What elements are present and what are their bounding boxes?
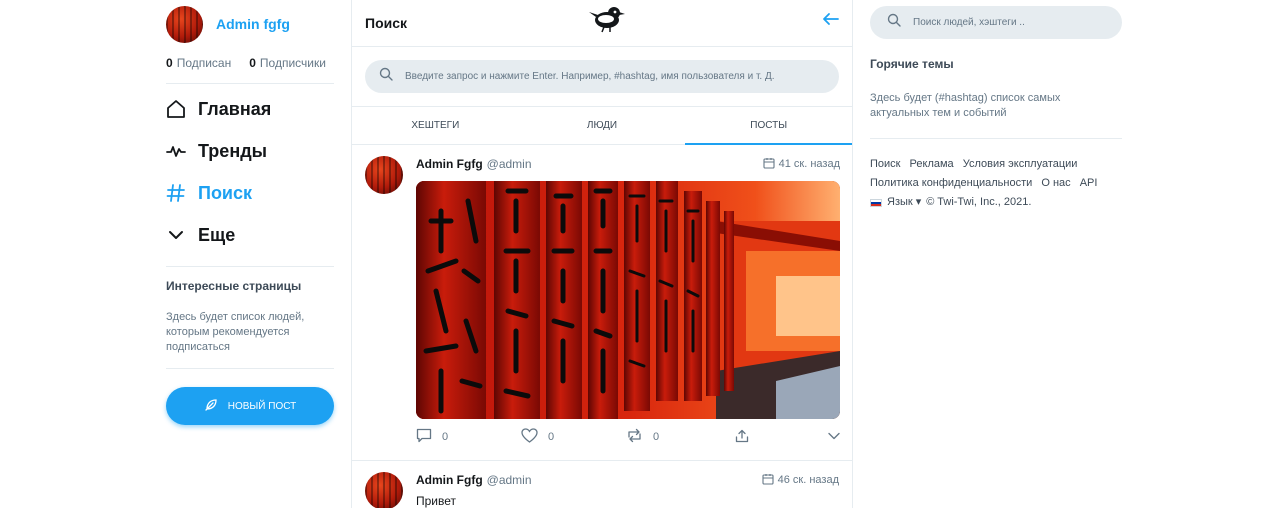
nav-item-trends[interactable]: Тренды	[166, 130, 334, 172]
post-handle[interactable]: @admin	[487, 473, 532, 487]
new-post-button[interactable]: Новый пост	[166, 387, 334, 425]
activity-icon	[166, 141, 186, 161]
bird-logo-icon[interactable]	[588, 3, 626, 35]
search-input[interactable]	[405, 71, 825, 82]
like-count: 0	[548, 431, 555, 443]
share-icon	[735, 429, 749, 446]
chevron-down-icon	[828, 431, 840, 443]
followers-stat[interactable]: 0 Подписчики	[249, 56, 326, 70]
main-nav: Главная Тренды Поиск Еще	[166, 88, 334, 256]
post-body: Admin Fgfg @admin 41 ск. назад 0 0 0	[416, 156, 840, 460]
home-icon	[166, 99, 186, 119]
tab-posts[interactable]: Посты	[685, 107, 852, 145]
nav-item-label: Поиск	[198, 182, 253, 203]
comment-count: 0	[442, 431, 449, 443]
comment-action[interactable]: 0	[416, 428, 521, 446]
copyright: © Twi-Twi, Inc., 2021.	[926, 196, 1032, 208]
post-header: Admin Fgfg @admin 46 ск. назад	[416, 472, 839, 488]
post-text: Привет	[416, 494, 457, 508]
nav-item-home[interactable]: Главная	[166, 88, 334, 130]
divider	[166, 368, 334, 369]
divider	[166, 83, 334, 84]
comment-icon	[416, 428, 432, 446]
back-arrow-icon[interactable]	[822, 10, 840, 28]
nav-item-search[interactable]: Поиск	[166, 172, 334, 214]
post-header: Admin Fgfg @admin 41 ск. назад	[416, 156, 840, 172]
heart-icon	[521, 428, 538, 446]
post-time-label: 46 ск. назад	[777, 474, 839, 486]
russia-flag-icon	[870, 198, 882, 207]
post-image[interactable]	[416, 181, 840, 419]
post-item: Admin Fgfg @admin 41 ск. назад 0 0 0	[352, 145, 852, 461]
search-icon	[887, 13, 901, 32]
hot-topics-text: Здесь будет (#hashtag) список самых акту…	[870, 92, 1061, 119]
post-time: 41 ск. назад	[763, 157, 840, 172]
people-search-input[interactable]	[913, 17, 1113, 28]
calendar-icon	[762, 473, 774, 488]
footer-link-ads[interactable]: Реклама	[910, 158, 954, 170]
interesting-title: Интересные страницы	[166, 279, 302, 293]
like-action[interactable]: 0	[521, 428, 626, 446]
page-title: Поиск	[365, 15, 408, 31]
follow-stats: 0 Подписан 0 Подписчики	[166, 56, 334, 70]
torii-gates-image	[416, 181, 840, 419]
new-post-label: Новый пост	[227, 400, 297, 412]
post-menu-action[interactable]	[828, 431, 840, 443]
post-handle[interactable]: @admin	[487, 157, 532, 171]
post-author[interactable]: Admin Fgfg	[416, 157, 483, 171]
divider	[870, 138, 1122, 139]
footer-bottom: Язык ▾ © Twi-Twi, Inc., 2021.	[870, 193, 1122, 212]
share-action[interactable]	[735, 429, 825, 446]
nav-item-more[interactable]: Еще	[166, 214, 334, 256]
repost-count: 0	[653, 431, 660, 443]
search-bar	[352, 47, 852, 107]
footer: Поиск Реклама Условия эксплуатации Полит…	[870, 155, 1122, 212]
footer-link-api[interactable]: API	[1080, 177, 1098, 189]
interesting-text: Здесь будет список людей, которым рекоме…	[166, 311, 305, 353]
chevron-down-icon	[166, 225, 186, 245]
post-time: 46 ск. назад	[762, 473, 839, 488]
nav-item-label: Тренды	[198, 140, 267, 161]
post-author[interactable]: Admin Fgfg	[416, 473, 483, 487]
nav-item-label: Главная	[198, 98, 272, 119]
footer-link-about[interactable]: О нас	[1041, 177, 1070, 189]
left-sidebar: Admin fgfg 0 Подписан 0 Подписчики Главная…	[166, 0, 334, 508]
people-search-box[interactable]	[870, 6, 1122, 39]
nav-item-label: Еще	[198, 224, 236, 245]
profile-name[interactable]: Admin fgfg	[216, 16, 290, 32]
footer-link-privacy[interactable]: Политика конфиденциальности	[870, 177, 1032, 189]
tab-people[interactable]: Люди	[519, 107, 686, 144]
calendar-icon	[763, 157, 775, 172]
repost-action[interactable]: 0	[626, 428, 735, 446]
repost-icon	[626, 428, 643, 446]
post-item: Admin Fgfg @admin 46 ск. назад Привет	[352, 461, 852, 508]
footer-link-terms[interactable]: Условия эксплуатации	[963, 158, 1078, 170]
search-tabs: Хештеги Люди Посты	[352, 107, 852, 145]
footer-links: Поиск Реклама Условия эксплуатации Полит…	[870, 155, 1122, 193]
avatar[interactable]	[365, 472, 403, 508]
post-body: Admin Fgfg @admin 46 ск. назад Привет	[416, 472, 839, 508]
hashtag-icon	[166, 183, 186, 203]
post-actions: 0 0 0	[416, 419, 840, 455]
avatar[interactable]	[166, 5, 203, 43]
main-header: Поиск	[352, 0, 852, 47]
right-sidebar: Горячие темы Здесь будет (#hashtag) спис…	[870, 0, 1122, 212]
avatar[interactable]	[365, 156, 403, 194]
main-column: Поиск Хештеги Люди Посты	[351, 0, 853, 508]
search-icon	[379, 67, 393, 86]
post-time-label: 41 ск. назад	[778, 158, 840, 170]
divider	[166, 266, 334, 267]
language-selector[interactable]: Язык ▾	[887, 193, 921, 212]
hot-topics-title: Горячие темы	[870, 57, 954, 71]
feather-icon	[204, 398, 218, 415]
footer-link-search[interactable]: Поиск	[870, 158, 900, 170]
search-box[interactable]	[365, 60, 839, 93]
profile-block[interactable]: Admin fgfg	[166, 0, 334, 48]
tab-hashtags[interactable]: Хештеги	[352, 107, 519, 144]
following-stat[interactable]: 0 Подписан	[166, 56, 231, 70]
